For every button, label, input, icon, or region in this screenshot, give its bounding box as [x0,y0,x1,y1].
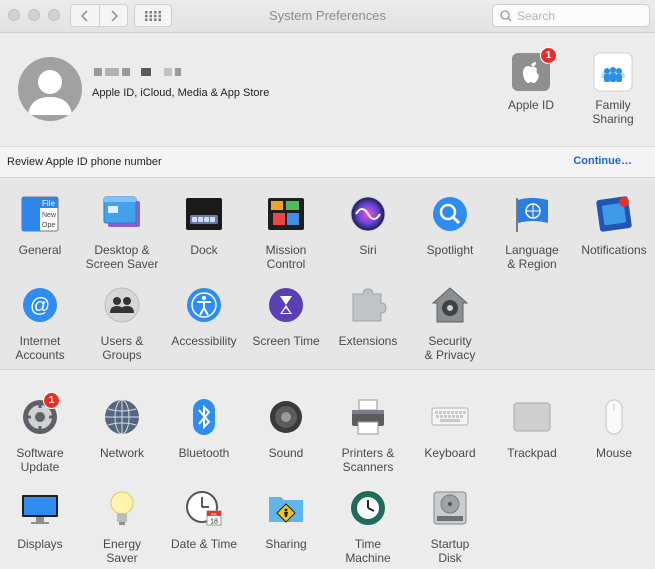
time-machine-icon [349,489,387,527]
internet-accounts-pane[interactable]: @ Internet Accounts [0,286,81,362]
software-update-badge: 1 [43,392,60,409]
startup-disk-pane[interactable]: Startup Disk [409,489,491,565]
notice-message: Review Apple ID phone number [7,156,162,168]
mouse-pane[interactable]: Mouse [573,398,655,460]
apple-id-badge: 1 [540,47,557,64]
hourglass-icon [267,286,305,324]
keyboard-pane[interactable]: Keyboard [409,398,491,460]
sound-pane[interactable]: Sound [245,398,327,460]
at-sign-icon: @ [21,286,59,324]
desktop-screen-saver-pane[interactable]: Desktop & Screen Saver [81,195,163,271]
mission-control-icon [267,195,305,233]
globe-icon [103,398,141,436]
notifications-icon [595,195,633,233]
software-update-icon: 1 [21,392,60,436]
display-icon [21,489,59,527]
siri-pane[interactable]: Siri [327,195,409,257]
displays-pane[interactable]: Displays [0,489,81,551]
mouse-icon [595,398,633,436]
siri-icon [349,195,387,233]
accessibility-icon [185,286,223,324]
svg-text:18: 18 [210,519,218,526]
svg-text:File: File [42,199,55,208]
redacted-name [94,68,181,76]
title-bar: System Preferences [0,0,655,33]
apple-id-label: Apple ID [507,98,555,112]
security-privacy-pane[interactable]: Security & Privacy [409,286,491,362]
search-field[interactable] [492,4,650,27]
apple-id-notice: Review Apple ID phone number Continue… [0,146,655,178]
dock-pane[interactable]: Dock [163,195,245,257]
apple-id-pane[interactable]: 1 Apple ID [491,47,571,112]
search-input[interactable] [517,8,645,23]
sharing-folder-icon [267,489,305,527]
notifications-pane[interactable]: Notifications [573,195,655,257]
preferences-section-hardware: 1 Software Update Network Bluetooth Sound [0,371,655,569]
trackpad-icon [513,398,551,436]
svg-text:New: New [42,212,57,219]
clock-calendar-icon: JUL 18 [185,489,223,527]
language-region-icon [513,195,551,233]
network-pane[interactable]: Network [81,398,163,460]
mission-control-pane[interactable]: Mission Control [245,195,327,271]
lightbulb-icon [103,489,141,527]
time-machine-pane[interactable]: Time Machine [327,489,409,565]
family-sharing-icon [593,52,633,92]
energy-saver-pane[interactable]: Energy Saver [81,489,163,565]
svg-text:Ope: Ope [42,222,55,229]
desktop-screensaver-icon [103,195,141,233]
dock-icon [185,195,223,233]
apple-id-subtitle: Apple ID, iCloud, Media & App Store [92,87,270,99]
general-pane[interactable]: File New Ope General [0,195,81,257]
language-region-pane[interactable]: Language & Region [491,195,573,271]
bluetooth-icon [185,398,223,436]
date-time-pane[interactable]: JUL 18 Date & Time [163,489,245,551]
apple-id-icon: 1 [511,47,557,92]
svg-text:@: @ [30,295,50,317]
bluetooth-pane[interactable]: Bluetooth [163,398,245,460]
family-sharing-pane[interactable]: Family Sharing [573,52,653,126]
users-icon [103,286,141,324]
apple-id-section: Apple ID, iCloud, Media & App Store 1 Ap… [0,34,655,146]
general-icon: File New Ope [21,195,59,233]
spotlight-icon [431,195,469,233]
preferences-section-personal: File New Ope General Desktop & Screen Sav… [0,179,655,370]
puzzle-piece-icon [349,286,387,324]
users-groups-pane[interactable]: Users & Groups [81,286,163,362]
sharing-pane[interactable]: Sharing [245,489,327,551]
search-icon [500,9,512,22]
accessibility-pane[interactable]: Accessibility [163,286,245,348]
printers-scanners-pane[interactable]: Printers & Scanners [327,398,409,474]
keyboard-icon [431,398,469,436]
spotlight-pane[interactable]: Spotlight [409,195,491,257]
svg-text:JUL: JUL [210,511,218,516]
hard-drive-icon [431,489,469,527]
trackpad-pane[interactable]: Trackpad [491,398,573,460]
avatar[interactable] [18,57,82,121]
speaker-icon [267,398,305,436]
family-sharing-label: Family Sharing [592,98,634,126]
printer-icon [349,398,387,436]
person-icon [28,70,72,115]
house-lock-icon [431,286,469,324]
extensions-pane[interactable]: Extensions [327,286,409,348]
continue-link[interactable]: Continue… [573,155,632,167]
screen-time-pane[interactable]: Screen Time [245,286,327,348]
software-update-pane[interactable]: 1 Software Update [0,392,81,474]
